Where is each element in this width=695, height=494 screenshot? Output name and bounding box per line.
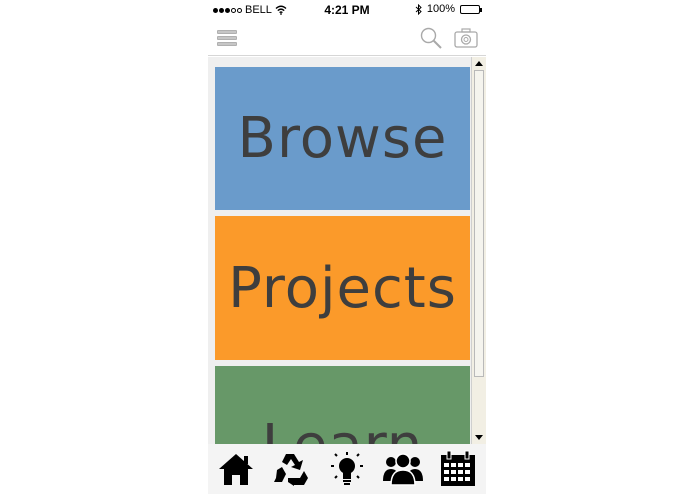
browse-tile-label: Browse bbox=[237, 106, 448, 171]
battery-percent: 100% bbox=[426, 3, 455, 15]
hamburger-menu-icon[interactable] bbox=[217, 30, 237, 46]
learn-tile[interactable]: Learn bbox=[215, 366, 470, 444]
search-icon[interactable] bbox=[419, 26, 443, 50]
tab-calendar[interactable] bbox=[436, 447, 480, 491]
projects-tile[interactable]: Projects bbox=[215, 216, 470, 360]
tile-list: Browse Projects Learn bbox=[208, 57, 486, 444]
phone-screen: BELL 4:21 PM 100% Browse Projects bbox=[208, 0, 486, 494]
toolbar bbox=[208, 22, 486, 56]
battery-icon bbox=[460, 4, 482, 14]
lightbulb-icon bbox=[330, 452, 363, 485]
tab-ideas[interactable] bbox=[325, 447, 369, 491]
learn-tile-label: Learn bbox=[262, 413, 424, 444]
tab-community[interactable] bbox=[381, 447, 425, 491]
scroll-up-arrow-icon[interactable] bbox=[474, 58, 484, 68]
calendar-icon bbox=[441, 450, 476, 486]
home-icon bbox=[218, 454, 253, 485]
scroll-down-arrow-icon[interactable] bbox=[474, 433, 484, 443]
tab-home[interactable] bbox=[214, 447, 258, 491]
tab-bar bbox=[208, 444, 486, 494]
status-right: 100% bbox=[415, 3, 482, 15]
screen: BELL 4:21 PM 100% Browse Projects bbox=[0, 0, 695, 494]
people-icon bbox=[382, 453, 423, 486]
scrollbar[interactable] bbox=[471, 57, 486, 444]
recycle-icon bbox=[274, 454, 309, 486]
browse-tile[interactable]: Browse bbox=[215, 67, 470, 210]
camera-icon[interactable] bbox=[454, 28, 478, 48]
status-bar: BELL 4:21 PM 100% bbox=[208, 0, 486, 20]
projects-tile-label: Projects bbox=[228, 255, 457, 321]
tab-recycle[interactable] bbox=[269, 447, 313, 491]
scrollbar-thumb[interactable] bbox=[474, 70, 484, 377]
bluetooth-icon bbox=[415, 3, 422, 15]
